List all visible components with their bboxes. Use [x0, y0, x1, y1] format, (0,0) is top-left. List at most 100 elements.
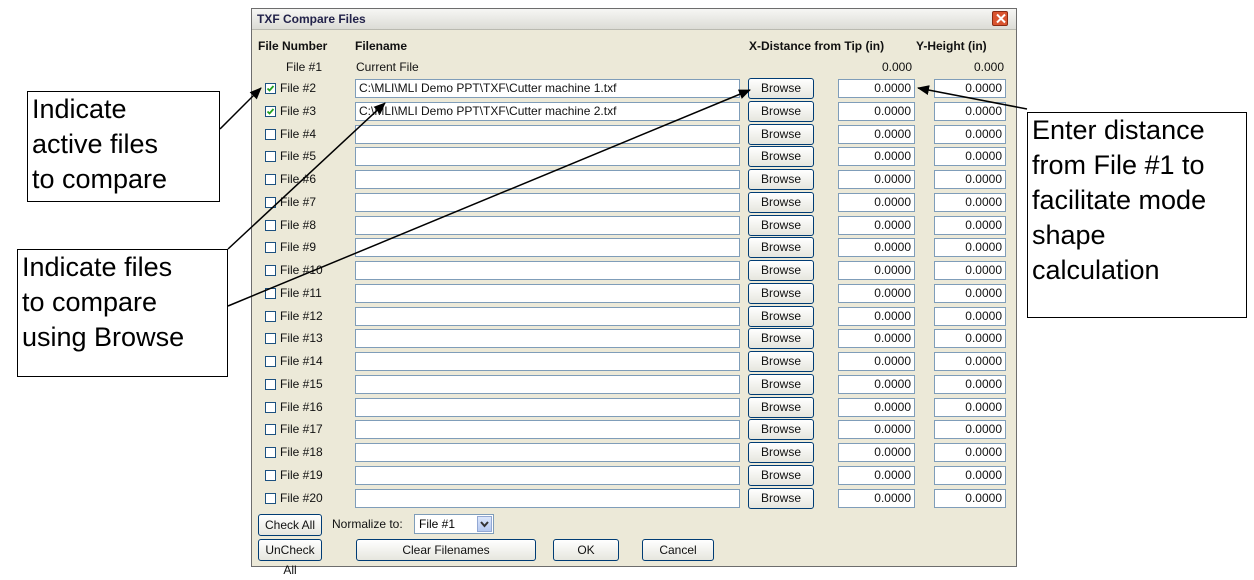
- filename-field[interactable]: [355, 283, 740, 303]
- filename-field[interactable]: [355, 488, 740, 508]
- y-height-field[interactable]: 0.0000: [934, 170, 1006, 189]
- x-distance-field[interactable]: 0.0000: [838, 124, 915, 144]
- file-checkbox[interactable]: [265, 128, 276, 140]
- browse-button[interactable]: Browse: [748, 305, 814, 327]
- y-height-field[interactable]: 0.0000: [934, 352, 1006, 371]
- y-height-field[interactable]: 0.0000: [934, 215, 1006, 235]
- browse-button[interactable]: Browse: [748, 442, 814, 463]
- x-distance-field[interactable]: 0.0000: [838, 420, 915, 440]
- y-height-field[interactable]: 0.0000: [934, 238, 1006, 258]
- cancel-button[interactable]: Cancel: [642, 539, 714, 561]
- dropdown-button[interactable]: [477, 516, 492, 532]
- x-distance-field[interactable]: 0.0000: [838, 261, 915, 280]
- x-distance-field[interactable]: 0.0000: [838, 374, 915, 394]
- browse-button[interactable]: Browse: [748, 146, 814, 168]
- file-checkbox[interactable]: [265, 83, 276, 94]
- y-height-field[interactable]: 0.0000: [934, 488, 1006, 508]
- file-checkbox[interactable]: [265, 310, 276, 322]
- browse-button[interactable]: Browse: [748, 351, 814, 372]
- file-checkbox[interactable]: [265, 447, 276, 458]
- browse-button[interactable]: Browse: [748, 328, 814, 350]
- file-checkbox[interactable]: [265, 242, 276, 254]
- file-checkbox[interactable]: [265, 196, 276, 208]
- filename-field[interactable]: [355, 261, 740, 280]
- filename-field[interactable]: [355, 215, 740, 235]
- filename-field[interactable]: [355, 352, 740, 371]
- browse-button[interactable]: Browse: [748, 214, 814, 236]
- filename-field[interactable]: [355, 147, 740, 167]
- y-height-field[interactable]: 0.0000: [934, 101, 1006, 121]
- x-distance-field[interactable]: 0.0000: [838, 397, 915, 417]
- browse-button[interactable]: Browse: [748, 487, 814, 509]
- filename-field[interactable]: [355, 192, 740, 212]
- y-height-field[interactable]: 0.0000: [934, 443, 1006, 462]
- x-distance-field[interactable]: 0.0000: [838, 465, 915, 485]
- x-distance-field[interactable]: 0.0000: [838, 488, 915, 508]
- filename-field[interactable]: [355, 374, 740, 394]
- x-distance-field[interactable]: 0.0000: [838, 329, 915, 349]
- y-height-field[interactable]: 0.0000: [934, 420, 1006, 440]
- file-checkbox[interactable]: [265, 424, 276, 436]
- x-distance-field[interactable]: 0.0000: [838, 147, 915, 167]
- filename-field[interactable]: [355, 329, 740, 349]
- file-checkbox[interactable]: [265, 174, 276, 185]
- y-height-field[interactable]: 0.0000: [934, 79, 1006, 98]
- file-checkbox[interactable]: [265, 356, 276, 367]
- y-height-field[interactable]: 0.0000: [934, 283, 1006, 303]
- x-distance-field[interactable]: 0.0000: [838, 238, 915, 258]
- filename-field[interactable]: [355, 238, 740, 258]
- browse-button[interactable]: Browse: [748, 373, 814, 395]
- file-checkbox[interactable]: [265, 219, 276, 231]
- browse-button[interactable]: Browse: [748, 260, 814, 281]
- y-height-field[interactable]: 0.0000: [934, 192, 1006, 212]
- browse-button[interactable]: Browse: [748, 123, 814, 145]
- x-distance-field[interactable]: 0.0000: [838, 443, 915, 462]
- file-checkbox[interactable]: [265, 401, 276, 413]
- close-button[interactable]: [992, 11, 1008, 26]
- y-height-field[interactable]: 0.0000: [934, 124, 1006, 144]
- browse-button[interactable]: Browse: [748, 78, 814, 99]
- file-checkbox[interactable]: [265, 469, 276, 481]
- normalize-select[interactable]: File #1: [414, 514, 494, 534]
- browse-button[interactable]: Browse: [748, 191, 814, 213]
- x-distance-field[interactable]: 0.0000: [838, 79, 915, 98]
- filename-field[interactable]: [355, 420, 740, 440]
- x-distance-field[interactable]: 0.0000: [838, 306, 915, 326]
- x-distance-field[interactable]: 0.0000: [838, 170, 915, 189]
- y-height-field[interactable]: 0.0000: [934, 147, 1006, 167]
- filename-field[interactable]: [355, 397, 740, 417]
- filename-field[interactable]: [355, 306, 740, 326]
- file-checkbox[interactable]: [265, 265, 276, 276]
- clear-filenames-button[interactable]: Clear Filenames: [356, 539, 536, 561]
- browse-button[interactable]: Browse: [748, 282, 814, 304]
- browse-button[interactable]: Browse: [748, 419, 814, 441]
- filename-field[interactable]: [355, 170, 740, 189]
- y-height-field[interactable]: 0.0000: [934, 397, 1006, 417]
- x-distance-field[interactable]: 0.0000: [838, 352, 915, 371]
- x-distance-field[interactable]: 0.0000: [838, 215, 915, 235]
- check-all-button[interactable]: Check All: [258, 514, 322, 536]
- x-distance-field[interactable]: 0.0000: [838, 283, 915, 303]
- file-checkbox[interactable]: [265, 105, 276, 117]
- filename-field[interactable]: [355, 443, 740, 462]
- y-height-field[interactable]: 0.0000: [934, 465, 1006, 485]
- filename-field[interactable]: [355, 124, 740, 144]
- uncheck-all-button[interactable]: UnCheck All: [258, 539, 322, 577]
- x-distance-field[interactable]: 0.0000: [838, 101, 915, 121]
- browse-button[interactable]: Browse: [748, 237, 814, 259]
- file-checkbox[interactable]: [265, 378, 276, 390]
- y-height-field[interactable]: 0.0000: [934, 306, 1006, 326]
- browse-button[interactable]: Browse: [748, 464, 814, 486]
- browse-button[interactable]: Browse: [748, 169, 814, 190]
- y-height-field[interactable]: 0.0000: [934, 329, 1006, 349]
- browse-button[interactable]: Browse: [748, 396, 814, 418]
- file-checkbox[interactable]: [265, 151, 276, 163]
- filename-field[interactable]: C:\MLI\MLI Demo PPT\TXF\Cutter machine 1…: [355, 79, 740, 98]
- filename-field[interactable]: [355, 465, 740, 485]
- file-checkbox[interactable]: [265, 287, 276, 299]
- y-height-field[interactable]: 0.0000: [934, 261, 1006, 280]
- ok-button[interactable]: OK: [553, 539, 619, 561]
- x-distance-field[interactable]: 0.0000: [838, 192, 915, 212]
- browse-button[interactable]: Browse: [748, 100, 814, 122]
- y-height-field[interactable]: 0.0000: [934, 374, 1006, 394]
